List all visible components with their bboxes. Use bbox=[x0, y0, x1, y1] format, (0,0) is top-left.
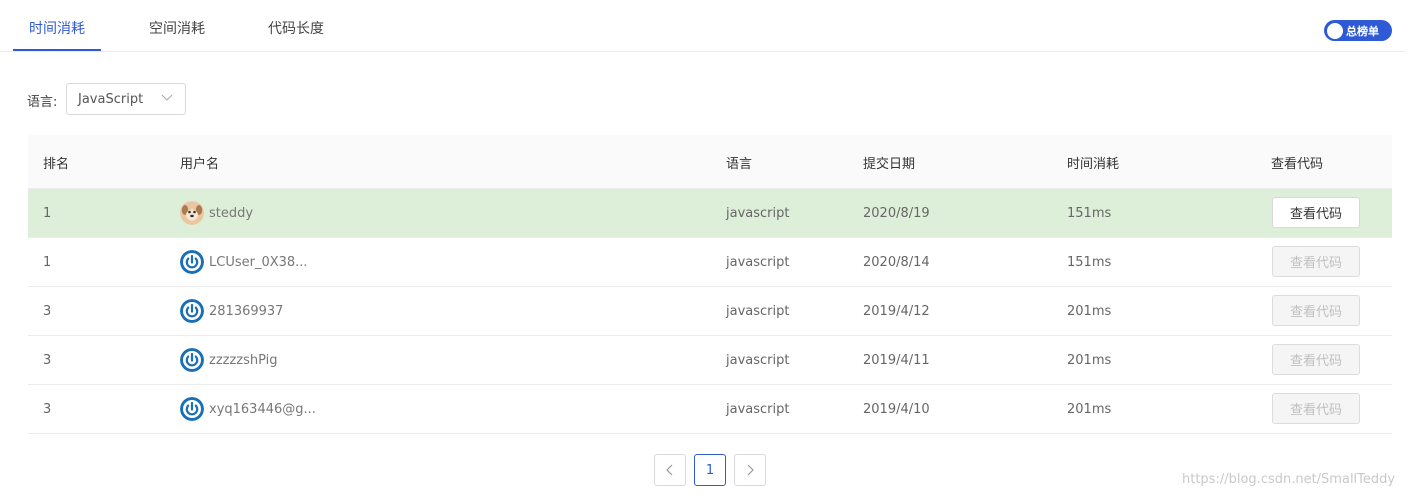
chevron-down-icon bbox=[161, 94, 173, 101]
cell-time: 151ms bbox=[1067, 206, 1112, 221]
chevron-left-icon bbox=[666, 464, 673, 476]
username: 281369937 bbox=[209, 303, 284, 319]
header-date: 提交日期 bbox=[863, 157, 916, 172]
table-header: 排名 用户名 语言 提交日期 时间消耗 查看代码 bbox=[28, 135, 1392, 189]
chevron-right-icon bbox=[747, 464, 754, 476]
language-filter-label: 语言: bbox=[27, 95, 58, 110]
tab-time[interactable]: 时间消耗 bbox=[13, 18, 101, 51]
prev-page-button[interactable] bbox=[654, 454, 686, 486]
username: LCUser_0X38... bbox=[209, 254, 308, 270]
view-code-button[interactable]: 查看代码 bbox=[1272, 344, 1360, 375]
cell-time: 201ms bbox=[1067, 304, 1112, 319]
cell-rank: 3 bbox=[43, 304, 52, 319]
cell-user[interactable]: LCUser_0X38... bbox=[180, 250, 308, 274]
cell-user[interactable]: steddy bbox=[180, 201, 253, 225]
table-row: 1 LCUser_0X38... javascript 2020/8/14 151ms 查… bbox=[28, 238, 1392, 287]
cell-date: 2020/8/14 bbox=[863, 255, 930, 270]
table-body: 1 steddy javascript 2020/8/19 151ms 查看代码 1 LCUs… bbox=[28, 189, 1392, 434]
ranking-tabs: 时间消耗 空间消耗 代码长度 bbox=[0, 0, 1406, 52]
header-rank: 排名 bbox=[43, 157, 70, 172]
username: zzzzzshPig bbox=[209, 352, 278, 368]
power-avatar-icon bbox=[180, 299, 204, 323]
view-code-button[interactable]: 查看代码 bbox=[1272, 246, 1360, 277]
next-page-button[interactable] bbox=[734, 454, 766, 486]
cell-language: javascript bbox=[726, 353, 790, 368]
overall-ranking-toggle[interactable]: 总榜单 bbox=[1324, 20, 1392, 41]
cell-rank: 1 bbox=[43, 206, 52, 221]
page-button-1[interactable]: 1 bbox=[694, 454, 726, 486]
cell-rank: 3 bbox=[43, 402, 52, 417]
cell-date: 2019/4/11 bbox=[863, 353, 930, 368]
power-avatar-icon bbox=[180, 397, 204, 421]
cell-user[interactable]: zzzzzshPig bbox=[180, 348, 278, 372]
cell-language: javascript bbox=[726, 402, 790, 417]
view-code-button[interactable]: 查看代码 bbox=[1272, 295, 1360, 326]
tab-code-length[interactable]: 代码长度 bbox=[256, 18, 336, 51]
cell-rank: 1 bbox=[43, 255, 52, 270]
cell-rank: 3 bbox=[43, 353, 52, 368]
view-code-button[interactable]: 查看代码 bbox=[1272, 197, 1360, 228]
dog-avatar bbox=[180, 201, 204, 225]
tab-space[interactable]: 空间消耗 bbox=[137, 18, 217, 51]
table-row: 3 xyq163446@g... javascript 2019/4/10 201ms 查… bbox=[28, 385, 1392, 434]
username: xyq163446@g... bbox=[209, 401, 316, 417]
toggle-knob bbox=[1327, 22, 1343, 39]
power-avatar-icon bbox=[180, 348, 204, 372]
ranking-table: 排名 用户名 语言 提交日期 时间消耗 查看代码 1 steddy javascri… bbox=[28, 135, 1392, 434]
header-user: 用户名 bbox=[180, 157, 220, 172]
cell-language: javascript bbox=[726, 206, 790, 221]
cell-date: 2019/4/10 bbox=[863, 402, 930, 417]
cell-time: 201ms bbox=[1067, 353, 1112, 368]
power-avatar-icon bbox=[180, 250, 204, 274]
view-code-button[interactable]: 查看代码 bbox=[1272, 393, 1360, 424]
cell-language: javascript bbox=[726, 304, 790, 319]
header-language: 语言 bbox=[726, 157, 753, 172]
cell-language: javascript bbox=[726, 255, 790, 270]
header-view-code: 查看代码 bbox=[1271, 157, 1324, 172]
cell-time: 201ms bbox=[1067, 402, 1112, 417]
table-row: 3 281369937 javascript 2019/4/12 201ms 查看代码 bbox=[28, 287, 1392, 336]
cell-date: 2020/8/19 bbox=[863, 206, 930, 221]
username: steddy bbox=[209, 205, 254, 221]
language-select-value: JavaScript bbox=[78, 92, 144, 107]
toggle-label: 总榜单 bbox=[1346, 25, 1379, 38]
cell-user[interactable]: xyq163446@g... bbox=[180, 397, 316, 421]
cell-date: 2019/4/12 bbox=[863, 304, 930, 319]
cell-time: 151ms bbox=[1067, 255, 1112, 270]
cell-user[interactable]: 281369937 bbox=[180, 299, 283, 323]
header-time: 时间消耗 bbox=[1067, 157, 1120, 172]
table-row: 3 zzzzzshPig javascript 2019/4/11 201ms 查看代码 bbox=[28, 336, 1392, 385]
language-select[interactable]: JavaScript bbox=[66, 83, 186, 115]
table-row: 1 steddy javascript 2020/8/19 151ms 查看代码 bbox=[28, 189, 1392, 238]
watermark: https://blog.csdn.net/SmallTeddy bbox=[1182, 472, 1396, 487]
